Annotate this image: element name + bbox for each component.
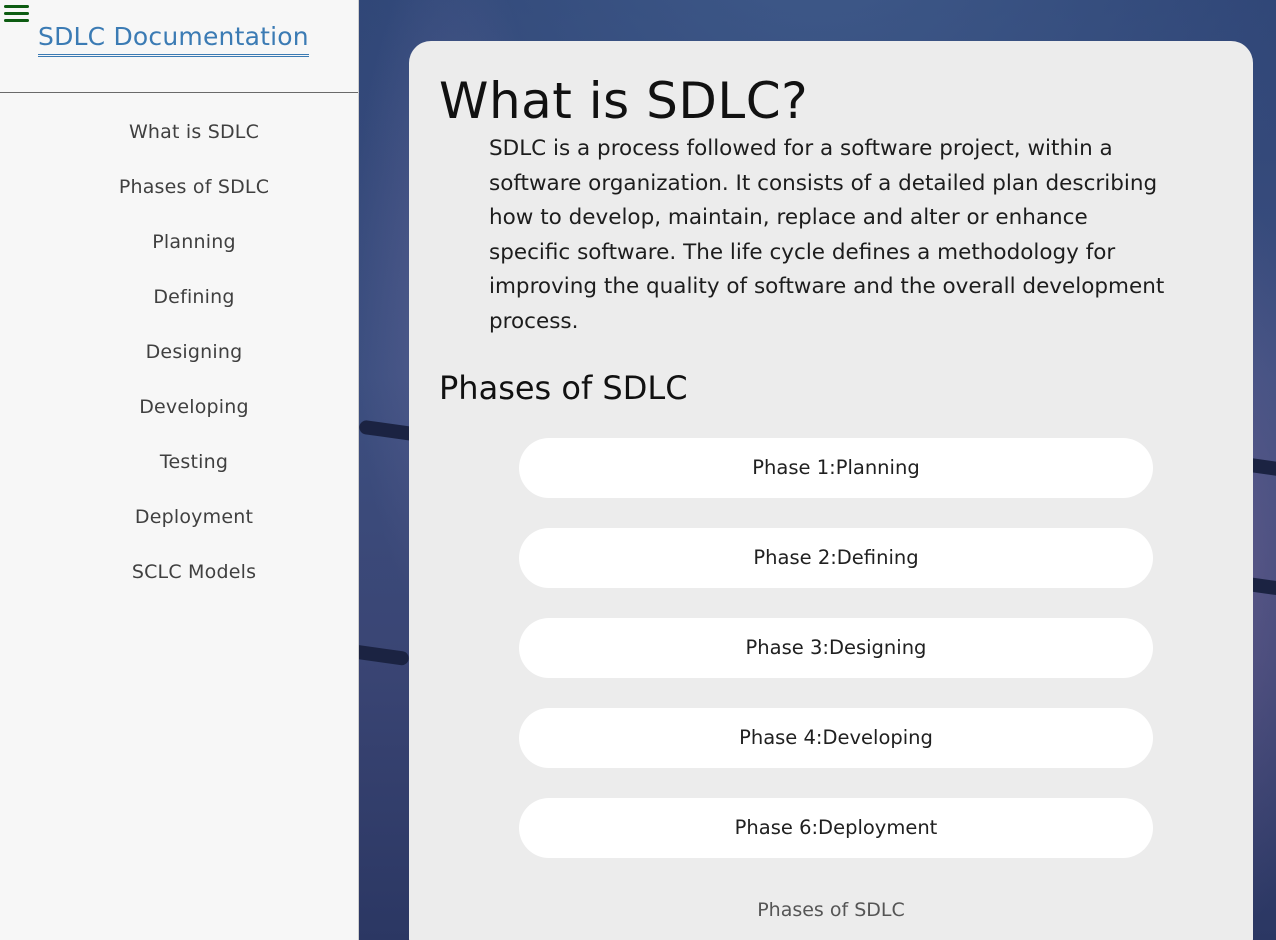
sidebar-link[interactable]: SCLC Models bbox=[132, 545, 256, 600]
sidebar-item-phases-of-sdlc: Phases of SDLC bbox=[0, 160, 388, 215]
phase-button-developing[interactable]: Phase 4:Developing bbox=[519, 708, 1153, 768]
main-content-card: What is SDLC? SDLC is a process followed… bbox=[409, 41, 1253, 940]
hamburger-menu-icon[interactable] bbox=[4, 3, 30, 25]
sidebar-item-testing: Testing bbox=[0, 435, 388, 490]
sidebar-link[interactable]: Planning bbox=[152, 215, 235, 270]
sidebar-divider bbox=[0, 92, 358, 93]
brand-link[interactable]: SDLC Documentation bbox=[38, 20, 309, 57]
sidebar-link[interactable]: Developing bbox=[139, 380, 249, 435]
sidebar-item-designing: Designing bbox=[0, 325, 388, 380]
phase-button-deployment[interactable]: Phase 6:Deployment bbox=[519, 798, 1153, 858]
sidebar-link[interactable]: Testing bbox=[160, 435, 228, 490]
phase-list: Phase 1:Planning Phase 2:Defining Phase … bbox=[519, 438, 1153, 888]
sidebar-item-developing: Developing bbox=[0, 380, 388, 435]
phase-button-designing[interactable]: Phase 3:Designing bbox=[519, 618, 1153, 678]
sidebar-link[interactable]: Designing bbox=[146, 325, 243, 380]
phases-heading: Phases of SDLC bbox=[439, 369, 688, 407]
phases-of-sdlc-link[interactable]: Phases of SDLC bbox=[409, 896, 1253, 924]
sidebar-item-deployment: Deployment bbox=[0, 490, 388, 545]
phase-button-planning[interactable]: Phase 1:Planning bbox=[519, 438, 1153, 498]
sidebar-link[interactable]: Phases of SDLC bbox=[119, 160, 269, 215]
sidebar-item-planning: Planning bbox=[0, 215, 388, 270]
sidebar-link[interactable]: Deployment bbox=[135, 490, 253, 545]
sidebar-nav: What is SDLC Phases of SDLC Planning Def… bbox=[0, 105, 388, 600]
intro-paragraph: SDLC is a process followed for a softwar… bbox=[489, 136, 1165, 334]
sidebar-link[interactable]: Defining bbox=[153, 270, 234, 325]
sidebar-item-sclc-models: SCLC Models bbox=[0, 545, 388, 600]
sidebar: SDLC Documentation What is SDLC Phases o… bbox=[0, 0, 359, 940]
page-title: What is SDLC? bbox=[439, 72, 809, 130]
sidebar-item-defining: Defining bbox=[0, 270, 388, 325]
sidebar-link[interactable]: What is SDLC bbox=[129, 105, 259, 160]
phase-button-defining[interactable]: Phase 2:Defining bbox=[519, 528, 1153, 588]
sidebar-item-what-is-sdlc: What is SDLC bbox=[0, 105, 388, 160]
